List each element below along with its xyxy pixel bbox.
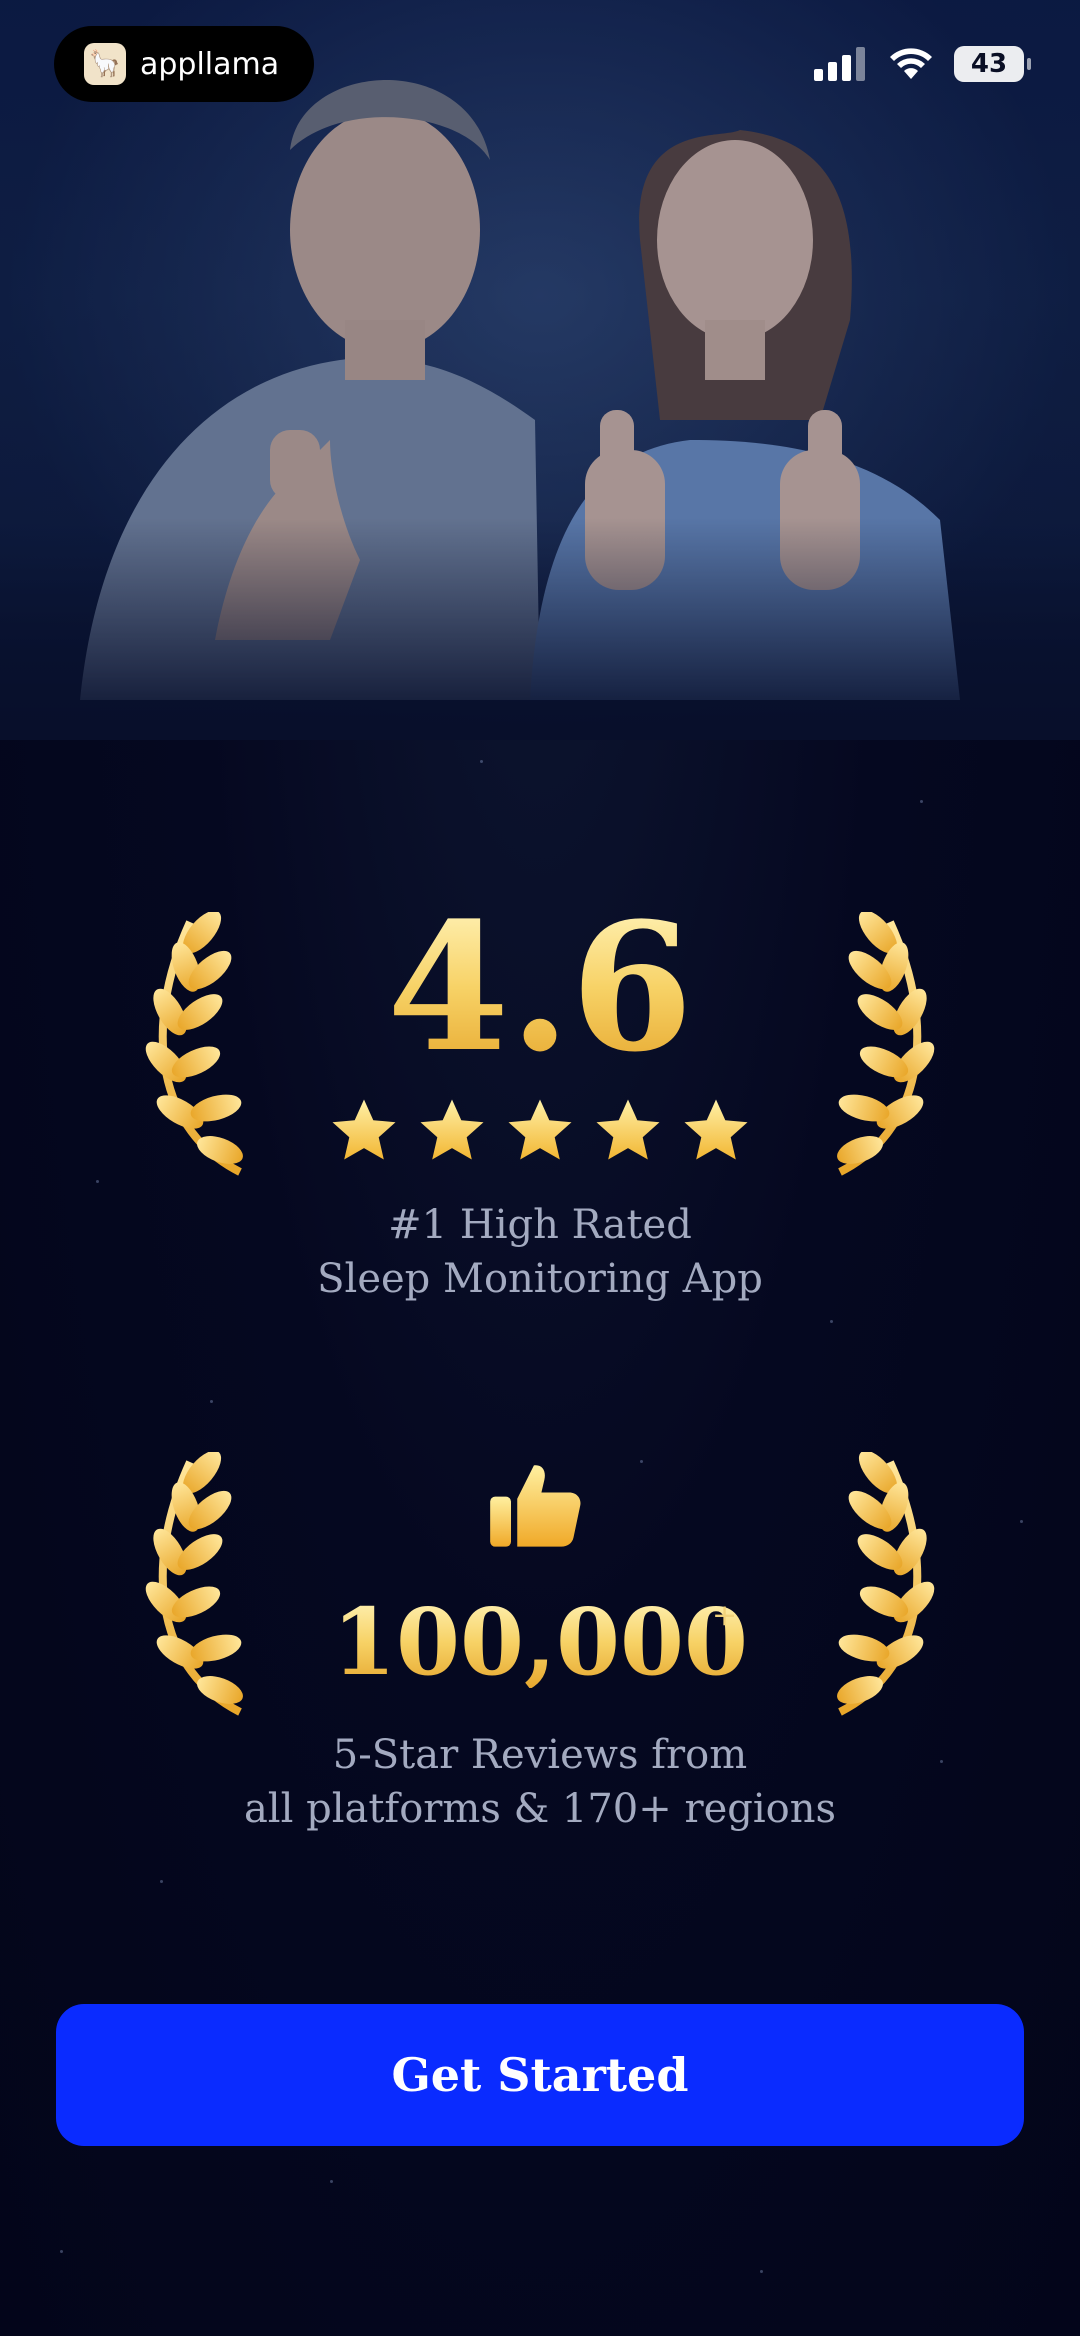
reviews-count: 100,000 <box>0 1596 1080 1688</box>
star-icon <box>684 1099 748 1160</box>
rating-stars <box>0 1095 1080 1167</box>
reviews-caption-line2: all platforms & 170+ regions <box>243 1786 837 1832</box>
app-logo-icon: 🦙 <box>84 43 126 85</box>
battery-icon: 43 <box>954 46 1031 82</box>
wifi-icon <box>890 48 932 79</box>
rating-value: 4.6 <box>0 900 1080 1076</box>
reviews-count-suffix: + <box>712 1598 738 1633</box>
thumbs-up-icon <box>490 1465 581 1547</box>
onboarding-screen: 🦙 appllama 43 4.6 #1 High Rated Sleep Mo… <box>0 0 1080 2336</box>
signal-icon <box>814 47 865 81</box>
star-icon <box>332 1099 396 1160</box>
rating-caption-line1: #1 High Rated <box>388 1202 692 1248</box>
get-started-button[interactable]: Get Started <box>56 2004 1024 2146</box>
app-badge-pill: 🦙 appllama <box>54 26 314 102</box>
rating-caption-line2: Sleep Monitoring App <box>317 1256 763 1302</box>
hero-photo <box>0 0 1080 740</box>
reviews-caption-line1: 5-Star Reviews from <box>332 1732 748 1778</box>
people-thumbs-up-illustration <box>0 0 1080 740</box>
star-icon <box>508 1099 572 1160</box>
star-icon <box>596 1099 660 1160</box>
star-icon <box>420 1099 484 1160</box>
app-name: appllama <box>140 46 280 82</box>
status-indicators: 43 <box>814 46 1031 82</box>
